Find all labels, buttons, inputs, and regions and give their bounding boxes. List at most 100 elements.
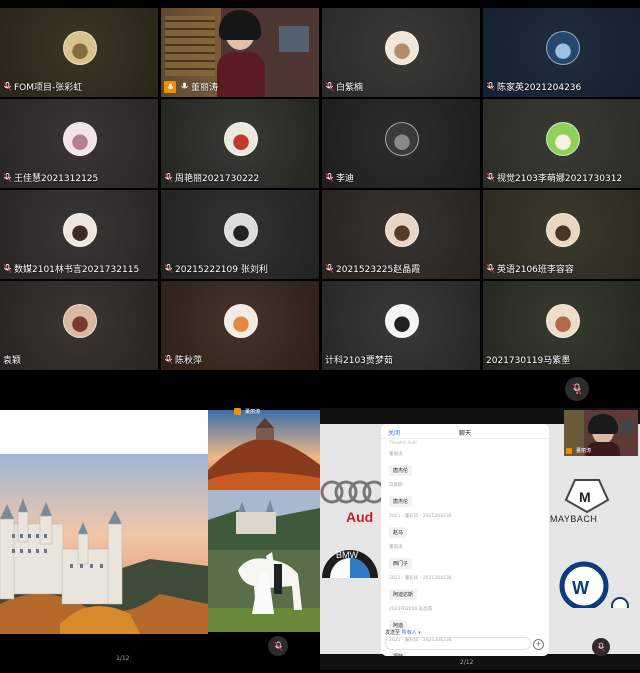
chat-clipped-message: Theodric Audi [389,440,417,445]
presenter-thumb-label: 董丽涛 [234,408,260,415]
shared-screen-left: 董丽涛 1/12 [0,408,320,670]
left-pane-mic-button[interactable] [268,636,288,656]
chat-message-text: 唐杰伦 [389,496,413,507]
participant-tile[interactable]: 2021523225赵晶霞 [322,190,480,279]
svg-text:M: M [579,489,591,505]
participant-avatar [385,304,419,339]
participant-label: 数媒2101林书言2021732115 [3,262,139,275]
maybach-vw-logos: M MAYBACH W [550,479,629,608]
participant-tile[interactable]: FOM项目-张彩虹 [0,8,158,97]
chat-panel: 关闭 聊天 Theodric Audi 董丽涛 唐杰伦 白紫楠 唐杰伦 2021 - 董… [381,424,549,656]
participant-label: 视觉2103李萌娜2021730312 [486,171,622,184]
mic-off-icon [274,641,282,651]
participant-label: 2021730119马紫墨 [486,353,570,366]
participant-name: 英语2106班李容容 [497,265,574,275]
participant-tile[interactable]: 20215222109 张刘利 [161,190,319,279]
participant-tile[interactable]: 李迪 [322,99,480,188]
participant-name: 周艳丽2021730222 [175,174,260,184]
castle-photo [0,454,208,634]
participant-tile[interactable]: 董丽涛 [161,8,319,97]
add-attachment-button[interactable]: + [533,639,544,650]
participant-name: 白紫楠 [336,83,364,93]
participant-name: 王佳慧2021312125 [14,174,99,184]
participant-avatar [546,31,580,66]
participant-tile[interactable]: 陈家英2021204236 [483,8,640,97]
chat-message-list[interactable]: 董丽涛 唐杰伦 白紫楠 唐杰伦 2021 - 董彩凤 - 2021204236 赵马 董丽涛… [381,451,549,656]
participant-grid: FOM项目-张彩虹 董丽涛 白紫楠 陈家英2021204236 王佳慧202131212… [0,0,640,370]
participant-tile[interactable]: 陈秋萍 [161,281,319,370]
participant-name: 陈秋萍 [175,356,203,366]
mic-off-icon [3,173,12,182]
right-pane-mic-button[interactable] [592,638,610,656]
participant-avatar [385,122,419,157]
participant-label: 董丽涛 [164,80,218,93]
chat-message: 董丽涛 西门子 [389,544,549,569]
chat-input[interactable] [385,637,531,650]
participant-tile[interactable]: 数媒2101林书言2021732115 [0,190,158,279]
participant-name: 李迪 [336,174,355,184]
participant-name: FOM项目-张彩虹 [14,83,83,93]
chat-message-sender: 董丽涛 [389,452,403,457]
mic-off-icon [164,355,173,364]
chat-message: 2021 - 董彩凤 - 2021204236 阿迪达斯 [389,575,549,600]
participant-label: 陈家英2021204236 [486,80,581,93]
send-to-value[interactable]: 所有人 ▾ [402,630,421,636]
participant-tile[interactable]: 2021730119马紫墨 [483,281,640,370]
participant-label: 陈秋萍 [164,353,202,366]
chat-message: 董丽涛 唐杰伦 [389,451,549,476]
participant-tile[interactable]: 周艳丽2021730222 [161,99,319,188]
mic-off-icon [3,82,12,91]
mic-off-icon [3,264,12,273]
participant-tile[interactable]: 计科2103贾梦茹 [322,281,480,370]
participant-label: 英语2106班李容容 [486,262,574,275]
participant-tile[interactable]: 视觉2103李萌娜2021730312 [483,99,640,188]
svg-text:MAYBACH: MAYBACH [550,514,597,524]
chat-message: 白紫楠 唐杰伦 [389,482,549,507]
chat-message-sender: 董丽涛 [389,545,403,550]
chat-message-text: 西门子 [389,558,413,569]
chat-message-text: 唐杰伦 [389,465,413,476]
participant-tile[interactable]: 英语2106班李容容 [483,190,640,279]
mic-off-icon [597,642,605,652]
participant-tile[interactable]: 袁颖 [0,281,158,370]
mic-off-icon [325,264,334,273]
participant-avatar [63,304,97,339]
chat-message-text: 赵马 [389,527,408,538]
participant-label: 周艳丽2021730222 [164,171,259,184]
chat-header: 关闭 聊天 [381,424,549,439]
participant-name: 视觉2103李萌娜2021730312 [497,174,623,184]
participant-avatar [63,122,97,157]
chat-message: 2021F62010 赵晶霞 阿迪 [389,606,549,631]
hohenzollern-photo [208,410,320,490]
participant-tile[interactable]: 白紫楠 [322,8,480,97]
participant-label: 计科2103贾梦茹 [325,353,393,366]
participant-name: 数媒2101林书言2021732115 [14,265,140,275]
chat-message: 2021 - 董彩凤 - 2021204236 赵马 [389,513,549,538]
participant-tile[interactable]: 王佳慧2021312125 [0,99,158,188]
participant-label: 2021523225赵晶霞 [325,262,420,275]
send-to-label: 发送至 [385,630,401,636]
participant-name: 20215222109 张刘利 [175,265,268,275]
presenter-name: 董丽涛 [245,409,261,415]
chat-title: 聊天 [458,430,471,437]
mute-button[interactable] [565,377,589,401]
svg-text:Aud: Aud [346,509,373,525]
mic-off-icon [572,383,582,395]
send-to-selector[interactable]: 发送至 所有人 ▾ [385,629,421,636]
participant-avatar [546,304,580,339]
chat-message-text: 福特 [389,651,408,656]
mic-off-icon [486,82,495,91]
svg-text:BMW: BMW [336,550,359,560]
mic-off-icon [325,173,334,182]
mic-off-icon [486,264,495,273]
chat-message-sender: 2021 - 董彩凤 - 2021204236 [389,576,452,581]
presenter-video-thumb: 董丽涛 [564,410,638,456]
participant-avatar [546,122,580,157]
participant-label: 白紫楠 [325,80,363,93]
page-indicator: 2/12 [460,659,474,666]
participant-label: 李迪 [325,171,354,184]
participant-label: FOM项目-张彩虹 [3,80,82,93]
participant-avatar [224,304,258,339]
participant-avatar [63,213,97,248]
presenter-name: 董丽涛 [576,448,592,454]
